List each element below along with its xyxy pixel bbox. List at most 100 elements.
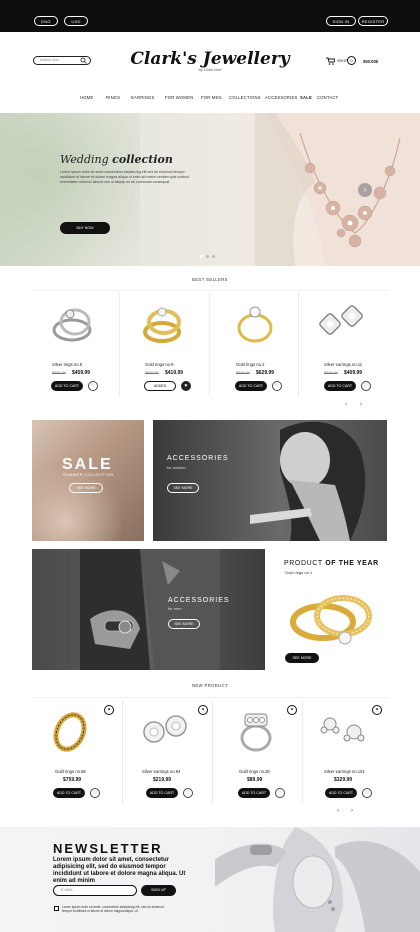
- add-to-cart-button[interactable]: ADD TO CART: [235, 381, 267, 391]
- product-name[interactable]: Silver earrings no.94: [142, 769, 180, 774]
- hero-next-arrow[interactable]: ›: [358, 183, 372, 197]
- add-to-cart-button[interactable]: ADD TO CART: [53, 788, 85, 798]
- nav-home[interactable]: HOME: [80, 95, 93, 100]
- nav-rings[interactable]: RINGS: [106, 95, 120, 100]
- accessories-men-see-more-button[interactable]: SEE MORE: [168, 619, 200, 629]
- accessories-women-subtitle: for women: [167, 465, 186, 470]
- product-image[interactable]: [232, 300, 278, 348]
- product-price: $759.99: [63, 777, 82, 783]
- add-to-cart-button[interactable]: ADD TO CART: [325, 788, 357, 798]
- product-of-the-year-see-more-button[interactable]: SEE MORE: [285, 653, 319, 663]
- product-old-price: $699.99: [145, 371, 159, 375]
- top-bar: [0, 0, 420, 32]
- product-name[interactable]: Silver earrings no.151: [324, 769, 365, 774]
- new-badge-icon: •: [372, 705, 382, 715]
- nav-contact[interactable]: CONTACT: [317, 95, 338, 100]
- accessories-women-see-more-button[interactable]: SEE MORE: [167, 483, 199, 493]
- product-name[interactable]: Gold rings no.28: [239, 769, 270, 774]
- product-image[interactable]: [318, 302, 368, 342]
- add-to-cart-button[interactable]: ADD TO CART: [238, 788, 270, 798]
- next-arrow-icon[interactable]: ›: [360, 402, 362, 408]
- hero-background: [0, 113, 140, 266]
- product-of-the-year-item[interactable]: Gold rings no.1: [285, 570, 312, 575]
- search-icon[interactable]: [80, 57, 87, 64]
- product-image[interactable]: [140, 712, 190, 752]
- add-to-cart-button[interactable]: ADD TO CART: [51, 381, 83, 391]
- product-old-price: $899.99: [236, 371, 250, 375]
- sign-in-button[interactable]: SIGN IN: [326, 16, 356, 26]
- product-price: $409.99: [344, 370, 363, 376]
- slider-dot-2[interactable]: [206, 255, 209, 258]
- product-name[interactable]: Gold rings no.9: [145, 362, 173, 367]
- email-input[interactable]: E-MAIL: [53, 885, 137, 896]
- product-price: $419.99: [165, 370, 184, 376]
- logo[interactable]: Clark's Jewellery: [120, 49, 300, 69]
- wishlist-heart-icon[interactable]: ♡: [362, 788, 372, 798]
- prev-arrow-icon[interactable]: ‹: [337, 808, 339, 814]
- added-button[interactable]: ADDED: [144, 381, 176, 391]
- product-image[interactable]: [236, 708, 276, 754]
- accessories-women-title: ACCESSORIES: [167, 455, 229, 462]
- wishlist-heart-icon[interactable]: ♡: [90, 788, 100, 798]
- new-product-title: NEW PRODUCT: [191, 683, 229, 688]
- divider: [302, 699, 303, 804]
- divider: [209, 292, 210, 397]
- man-wearing-watch-image: [80, 549, 220, 670]
- product-name[interactable]: Silver earrings no.11: [324, 362, 362, 367]
- product-price: $329.99: [334, 777, 353, 783]
- new-badge-icon: •: [104, 705, 114, 715]
- sale-subtitle: SUMMER COLLECTION: [63, 473, 114, 477]
- sale-see-more-button[interactable]: SEE MORE: [69, 483, 103, 493]
- product-image[interactable]: [50, 300, 96, 348]
- divider: [212, 699, 213, 804]
- cart-count-badge: 0: [347, 56, 356, 65]
- hero-title: Wedding collection: [60, 153, 173, 166]
- add-to-cart-button[interactable]: ADD TO CART: [324, 381, 356, 391]
- divider: [122, 699, 123, 804]
- cart-total: $50.00$: [363, 59, 379, 64]
- product-name[interactable]: Silver rings no.5: [52, 362, 82, 367]
- accessories-men-title: ACCESSORIES: [168, 597, 230, 604]
- cart-icon[interactable]: [326, 57, 335, 65]
- nav-collections[interactable]: COLLECTIONS: [229, 95, 261, 100]
- new-badge-icon: •: [198, 705, 208, 715]
- next-arrow-icon[interactable]: ›: [351, 808, 353, 814]
- wishlist-heart-icon[interactable]: ♡: [275, 788, 285, 798]
- prev-arrow-icon[interactable]: ‹: [345, 402, 347, 408]
- product-of-the-year-image[interactable]: [285, 586, 380, 648]
- new-badge-icon: •: [287, 705, 297, 715]
- language-selector[interactable]: ENG: [34, 16, 58, 26]
- nav-for-men[interactable]: FOR MEN: [201, 95, 222, 100]
- product-image[interactable]: [52, 708, 88, 754]
- product-old-price: $699.99: [324, 371, 338, 375]
- wishlist-heart-icon[interactable]: ♥: [181, 381, 191, 391]
- nav-earrings[interactable]: EARRINGS: [131, 95, 154, 100]
- wishlist-heart-icon[interactable]: ♡: [88, 381, 98, 391]
- product-price: $219.99: [153, 777, 172, 783]
- slider-dot-1[interactable]: [200, 255, 203, 258]
- product-image[interactable]: [318, 710, 370, 750]
- wishlist-heart-icon[interactable]: ♡: [272, 381, 282, 391]
- consent-checkbox[interactable]: [54, 906, 59, 911]
- currency-selector[interactable]: USD: [64, 16, 88, 26]
- slider-dot-3[interactable]: [212, 255, 215, 258]
- best-sellers-title: BEST SELLERS: [192, 277, 228, 282]
- model-portrait-image: [250, 421, 366, 541]
- divider: [298, 292, 299, 397]
- nav-for-women[interactable]: FOR WOMEN: [165, 95, 193, 100]
- register-button[interactable]: REGISTER: [358, 16, 388, 26]
- buy-now-button[interactable]: BUY NOW: [60, 222, 110, 234]
- sign-up-button[interactable]: SIGN UP: [141, 885, 176, 896]
- product-image[interactable]: [140, 300, 186, 348]
- product-name[interactable]: Gold rings no.58: [55, 769, 86, 774]
- nav-sale[interactable]: SALE: [300, 95, 312, 100]
- divider: [32, 290, 388, 291]
- wishlist-heart-icon[interactable]: ♡: [361, 381, 371, 391]
- product-price: $89.99: [247, 777, 263, 783]
- nav-accessories[interactable]: ACCESSORIES: [265, 95, 297, 100]
- newsletter-model-image: [215, 827, 420, 932]
- add-to-cart-button[interactable]: ADD TO CART: [146, 788, 178, 798]
- product-name[interactable]: Gold rings no.2: [236, 362, 264, 367]
- wishlist-heart-icon[interactable]: ♡: [183, 788, 193, 798]
- product-price: $459.99: [72, 370, 91, 376]
